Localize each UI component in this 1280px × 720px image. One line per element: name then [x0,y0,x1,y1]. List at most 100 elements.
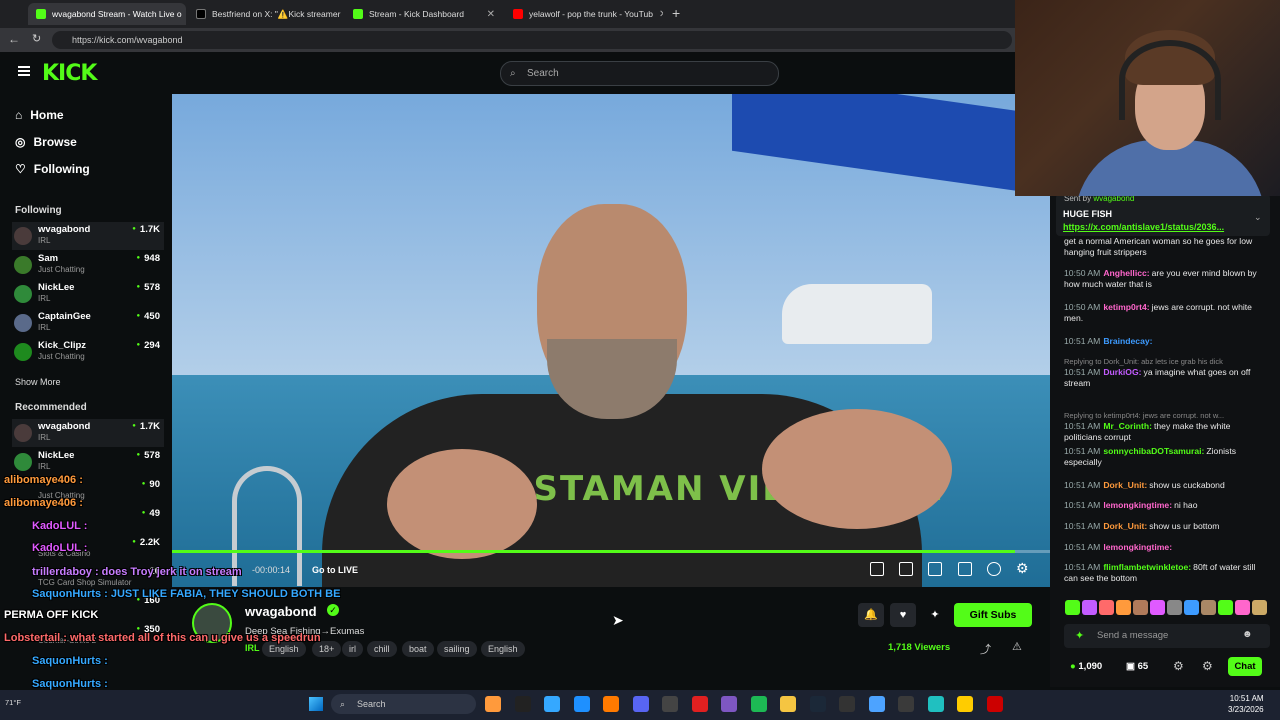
reload-icon[interactable]: ↻ [32,32,41,45]
chat-username[interactable]: Dork_Unit: [1103,480,1147,490]
go-to-live-button[interactable]: Go to LIVE [312,565,358,575]
folder-icon[interactable] [780,696,796,712]
emote-icon[interactable] [1082,600,1097,615]
spotify-icon[interactable] [750,696,767,712]
app-icon[interactable] [927,696,944,712]
back-icon[interactable]: ← [8,32,20,46]
video-player[interactable]: RASTAMAN VIBRATION -00:00:14 Go to LIVE … [172,94,1050,587]
task-view-icon[interactable] [514,696,531,712]
browser-tab-kick-dashboard[interactable]: Stream - Kick Dashboard ✕ [345,3,503,25]
playback-speed-icon[interactable] [987,562,1001,576]
obs-icon[interactable] [662,696,678,712]
follow-heart-icon[interactable]: ♥ [890,603,916,627]
app-icon[interactable] [839,696,855,712]
kick-logo[interactable]: KICK [42,61,97,86]
system-clock[interactable]: 10:51 AM 3/23/2026 [1228,693,1264,715]
chat-username[interactable]: Mr_Corinth: [1103,421,1152,431]
nav-following[interactable]: ♡ Following [15,162,90,176]
fx-icon[interactable] [957,696,973,712]
stream-category[interactable]: IRL [245,643,260,653]
pip-icon[interactable] [870,562,884,576]
chrome-icon[interactable] [573,696,590,712]
following-channel[interactable]: Sam Just Chatting 948 [12,251,164,279]
emote-icon[interactable] [1184,600,1199,615]
url-input[interactable]: https://kick.com/wvagabond [52,31,1012,49]
emote-icon[interactable] [1218,600,1233,615]
following-channel[interactable]: Kick_Clipz Just Chatting 294 [12,338,164,366]
chat-username[interactable]: DurkiOG: [1103,367,1141,377]
share-icon[interactable]: ⤴ [980,641,991,657]
emote-icon[interactable] [1150,600,1165,615]
new-tab-icon[interactable]: + [672,5,680,21]
recommended-channel[interactable]: wvagabond IRL 1.7K [12,419,164,447]
emote-icon[interactable] [1133,600,1148,615]
gift-subs-button[interactable]: Gift Subs [954,603,1032,627]
notification-bell-icon[interactable]: 🔔 [858,603,884,627]
clip-icon[interactable] [899,562,913,576]
close-tab-icon[interactable]: ✕ [487,9,495,20]
nav-home[interactable]: ⌂ Home [15,108,64,122]
emote-icon[interactable] [1201,600,1216,615]
fullscreen-icon[interactable] [958,562,972,576]
emote-icon[interactable] [1116,600,1131,615]
chat-username[interactable]: Dork_Unit: [1103,521,1147,531]
sparkle-icon[interactable]: ✦ [922,603,948,627]
video-progress-bar[interactable] [172,550,1050,553]
browser-tab-x-post[interactable]: Bestfriend on X: "⚠️Kick streamer ✕ [188,3,343,25]
streamer-name[interactable]: wvagabond [245,604,317,619]
chat-settings-icon[interactable]: ⚙ [1173,659,1184,673]
settings-gear-icon[interactable]: ⚙ [1016,560,1029,577]
emote-icon[interactable] [1099,600,1114,615]
search-input[interactable]: ⌕ Search [500,61,779,86]
chat-username[interactable]: sonnychibaDOTsamurai: [1103,446,1204,456]
widgets-icon[interactable] [485,696,501,712]
app-icon[interactable] [898,696,914,712]
following-channel[interactable]: NickLee IRL 578 [12,280,164,308]
menu-icon[interactable] [18,66,30,76]
chat-username[interactable]: Braindecay: [1103,336,1152,346]
chat-username[interactable]: lemongkingtime: [1103,500,1172,510]
report-icon[interactable]: ⚠ [1012,640,1022,653]
chat-username[interactable]: lemongkingtime: [1103,542,1172,552]
stream-tag[interactable]: boat [402,641,434,657]
chat-sparkle-icon[interactable]: ✦ [1075,629,1084,642]
browser-tab-kick-stream[interactable]: wvagabond Stream - Watch Live o ✕ [28,3,186,25]
pinned-message[interactable]: Sent by wvagabond HUGE FISH https://x.co… [1056,194,1270,236]
show-more-link[interactable]: Show More [15,377,61,387]
chevron-down-icon[interactable]: ⌄ [1254,212,1262,223]
youtube-icon[interactable] [691,696,708,712]
chat-username[interactable]: ketimp0rt4: [1103,302,1149,312]
emote-icon[interactable] [1167,600,1182,615]
taskbar-search[interactable]: ⌕ Search [331,694,476,714]
following-channel[interactable]: wvagabond IRL 1.7K [12,222,164,250]
copilot-icon[interactable] [544,696,560,712]
app-icon[interactable] [721,696,737,712]
stream-tag[interactable]: chill [367,641,397,657]
stream-tag[interactable]: sailing [437,641,477,657]
recommended-channel[interactable]: NickLee IRL 578 [12,448,164,476]
emote-icon[interactable] [1235,600,1250,615]
stream-tag[interactable]: English [481,641,525,657]
stream-tag[interactable]: irl [342,641,363,657]
firefox-icon[interactable] [603,696,619,712]
emoji-icon[interactable]: ☻ [1242,629,1253,640]
chat-username[interactable]: flimflambetwinkletoe: [1103,562,1191,572]
chat-send-button[interactable]: Chat [1228,657,1262,676]
gift-count[interactable]: ▣ 65 [1126,661,1148,672]
app-icon[interactable] [868,696,885,712]
weather-widget[interactable]: 71°F [5,698,21,707]
chat-username[interactable]: Anghellicc: [1103,268,1149,278]
steam-icon[interactable] [809,696,826,712]
close-tab-icon[interactable]: ✕ [659,9,663,20]
emote-icon[interactable] [1065,600,1080,615]
pinned-link[interactable]: https://x.com/antislave1/status/2036... [1063,222,1224,232]
emote-icon[interactable] [1252,600,1267,615]
browser-tab-youtube[interactable]: yelawolf - pop the trunk - YouTub ✕ [505,3,663,25]
following-channel[interactable]: CaptainGee IRL 450 [12,309,164,337]
windows-start-icon[interactable] [309,697,323,711]
chat-tools-icon[interactable]: ⚙ [1202,659,1213,673]
theater-mode-icon[interactable] [928,562,942,576]
app-icon[interactable] [986,696,1003,712]
discord-icon[interactable] [632,696,649,712]
nav-browse[interactable]: ◎ Browse [15,135,77,149]
